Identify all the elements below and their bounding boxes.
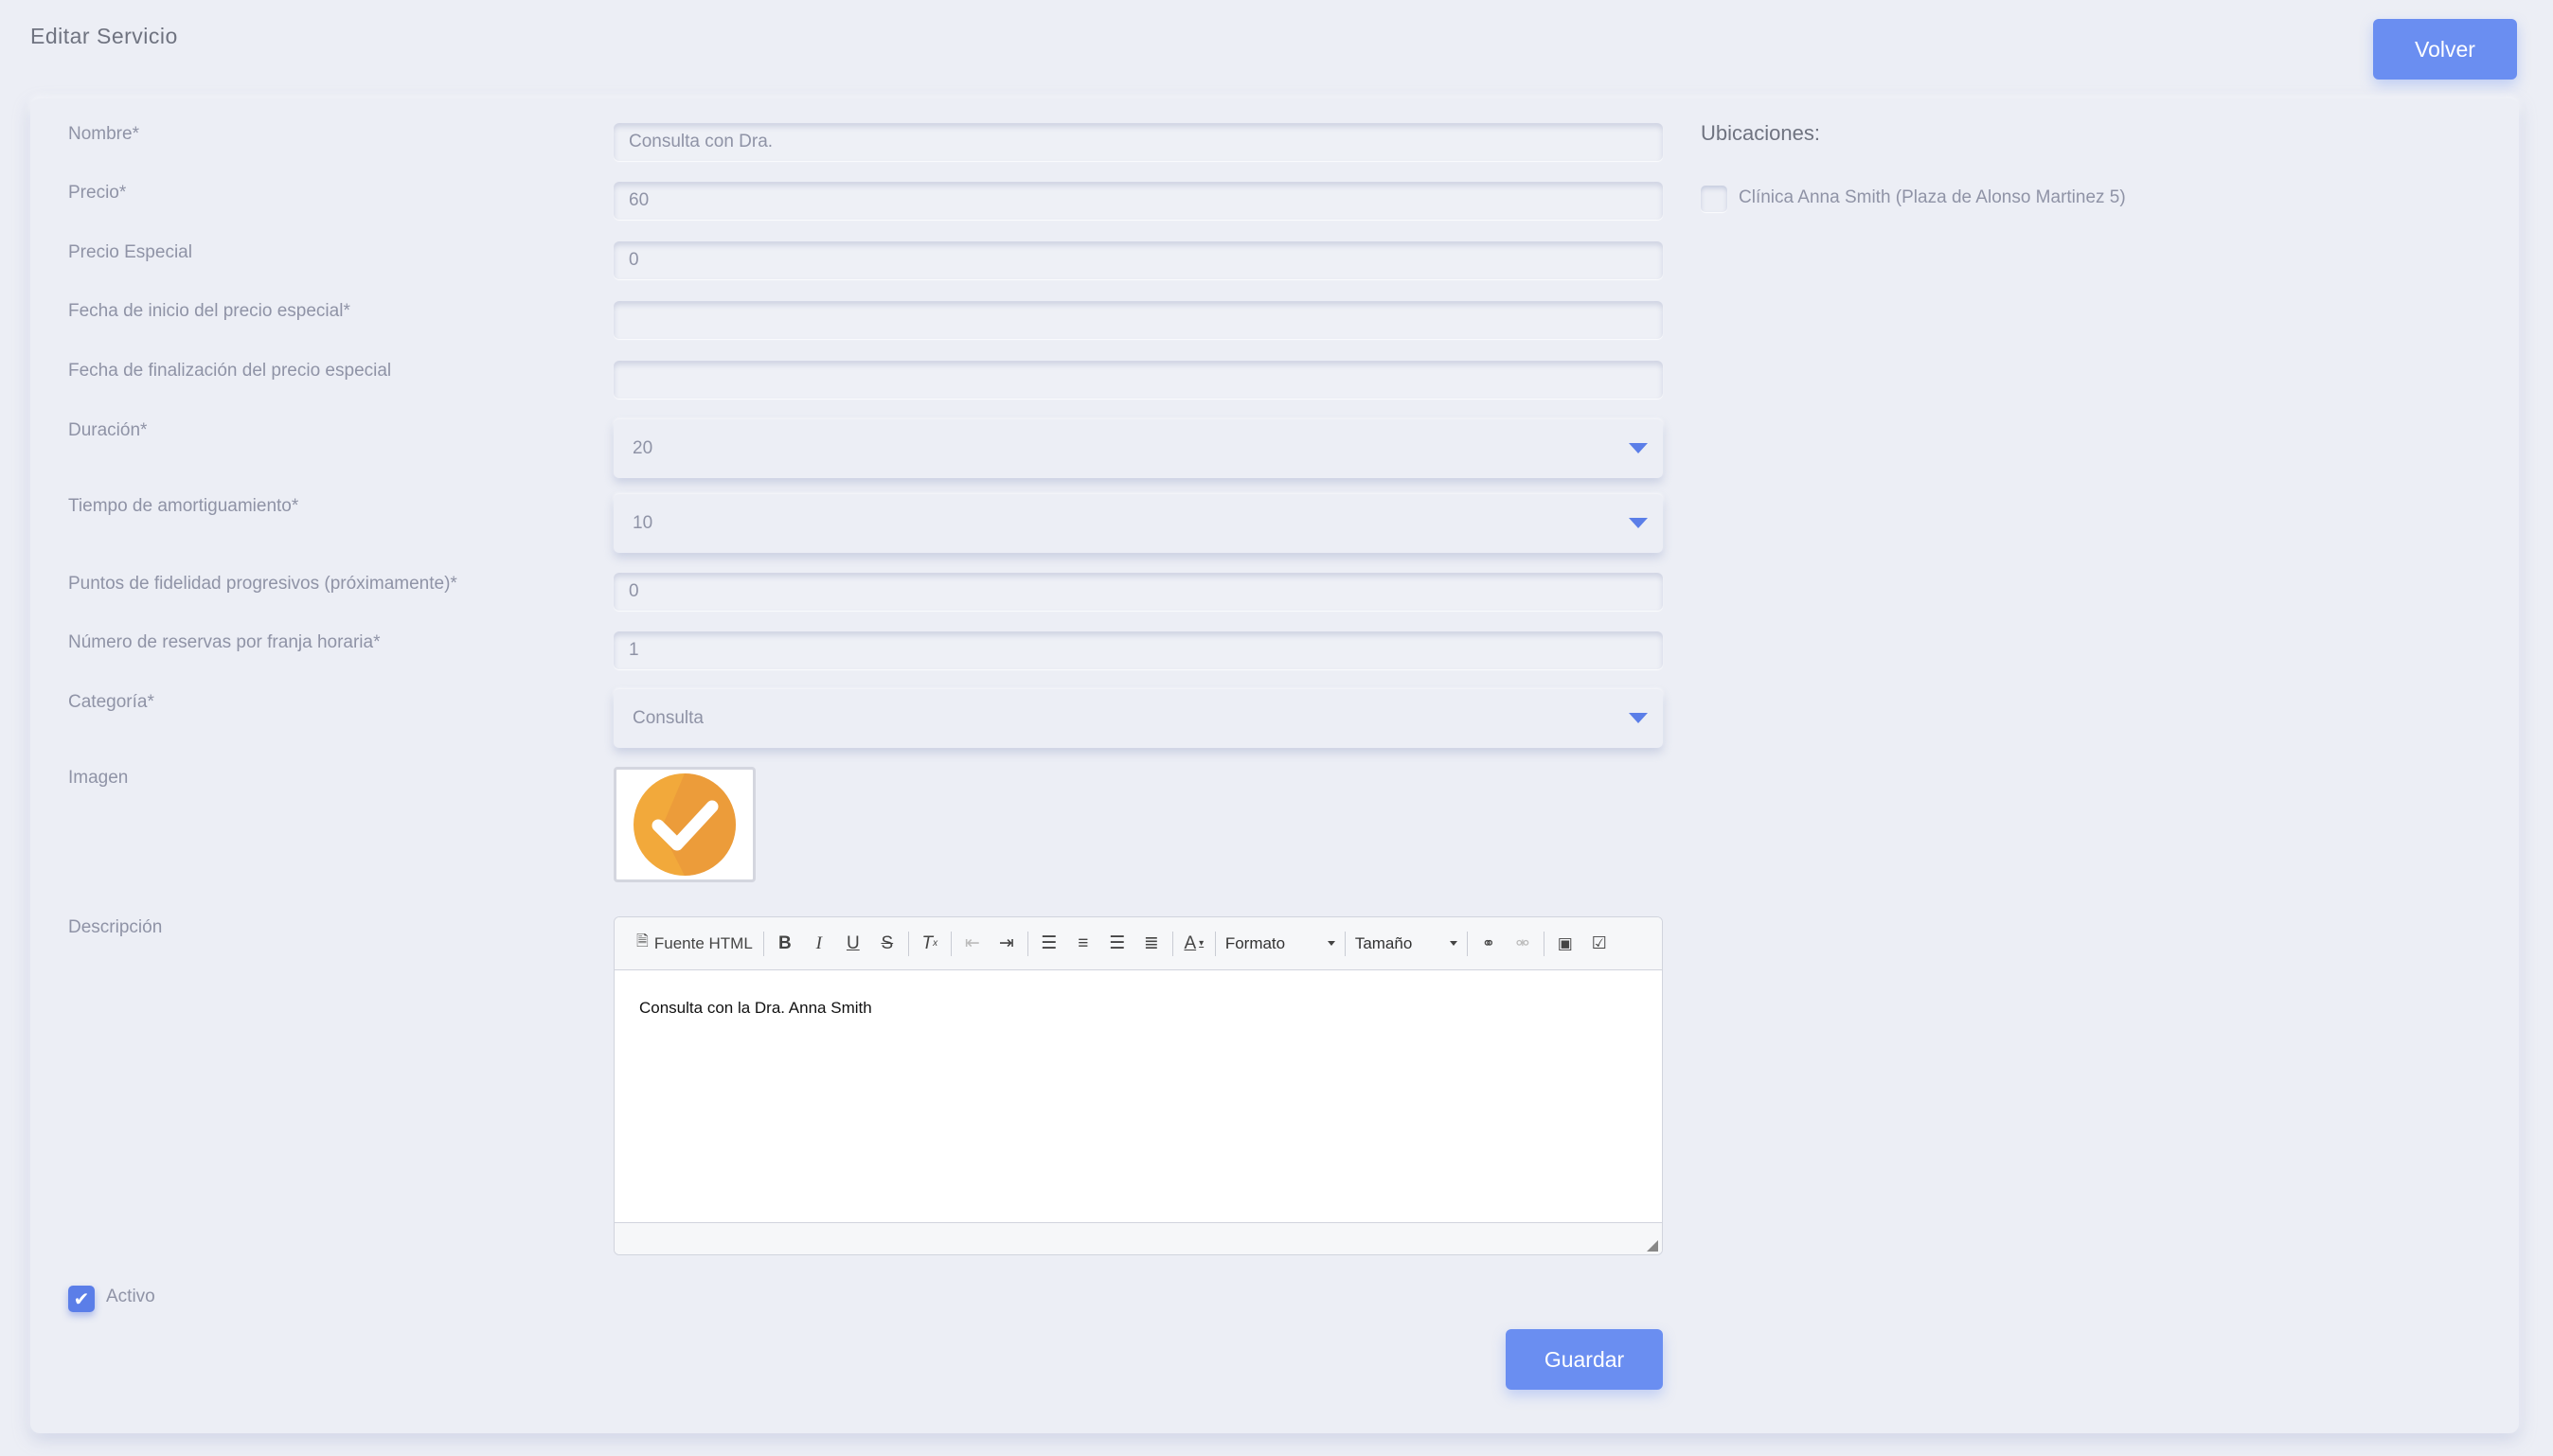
document-icon: 🗎 [636,933,649,950]
chevron-down-icon [1327,941,1335,946]
tiempo-amortiguamiento-label: Tiempo de amortiguamiento* [68,496,299,516]
nombre-label: Nombre* [68,124,139,144]
chevron-down-icon [1629,443,1648,453]
reservas-franja-label: Número de reservas por franja horaria* [68,632,381,652]
back-button[interactable]: Volver [2373,19,2517,80]
source-html-button[interactable]: 🗎 Fuente HTML [633,930,757,958]
align-right-icon[interactable]: ☰ [1103,930,1132,958]
align-justify-icon[interactable]: ≣ [1137,930,1166,958]
image-icon[interactable]: ▣ [1551,930,1580,958]
format-dropdown[interactable]: Formato [1220,930,1341,958]
chevron-down-icon [1629,713,1648,723]
activo-checkbox[interactable]: ✔ [68,1286,95,1312]
link-icon[interactable]: ⚭ [1474,930,1503,958]
orange-checkmark-icon [634,773,736,876]
checkmark-icon: ✔ [73,1288,90,1310]
fecha-fin-label: Fecha de finalización del precio especia… [68,361,392,381]
strikethrough-icon[interactable]: S [873,930,902,958]
toolbar-separator [1214,931,1216,956]
nombre-input[interactable]: Consulta con Dra. [614,123,1663,161]
precio-especial-label: Precio Especial [68,242,192,262]
imagen-preview[interactable] [614,767,756,882]
toolbar-separator [1466,931,1468,956]
activo-label: Activo [106,1287,155,1306]
duracion-label: Duración* [68,420,148,440]
format-label: Formato [1224,933,1286,952]
categoria-value: Consulta [633,708,704,728]
chevron-down-icon [1449,941,1457,946]
chevron-down-icon [1629,518,1648,528]
fecha-inicio-input[interactable] [614,301,1663,339]
imagen-label: Imagen [68,768,129,788]
editor-toolbar: 🗎 Fuente HTML B I U S Tx ⇤ ⇥ ☰ ≡ ☰ ≣ A ▾ … [615,917,1662,970]
indent-icon[interactable]: ⇥ [992,930,1021,958]
tiempo-amortiguamiento-select[interactable]: 10 [614,494,1663,553]
categoria-select[interactable]: Consulta [614,689,1663,748]
unlink-icon[interactable]: ⚮ [1509,930,1537,958]
tiempo-amortiguamiento-value: 10 [633,513,653,533]
toolbar-separator [762,931,764,956]
text-color-icon[interactable]: A ▾ [1180,930,1208,958]
italic-icon[interactable]: I [805,930,833,958]
align-left-icon[interactable]: ☰ [1035,930,1063,958]
toolbar-separator [907,931,909,956]
precio-especial-input[interactable]: 0 [614,241,1663,279]
outdent-icon[interactable]: ⇤ [958,930,987,958]
editor-footer [615,1222,1662,1254]
editor-content[interactable]: Consulta con la Dra. Anna Smith [615,970,1662,1222]
save-button[interactable]: Guardar [1506,1329,1663,1390]
toolbar-separator [1344,931,1346,956]
location-checkbox[interactable] [1701,186,1727,212]
toolbar-separator [1171,931,1173,956]
underline-icon[interactable]: U [839,930,867,958]
size-dropdown[interactable]: Tamaño [1349,930,1463,958]
locations-title: Ubicaciones: [1701,121,1820,145]
descripcion-editor: 🗎 Fuente HTML B I U S Tx ⇤ ⇥ ☰ ≡ ☰ ≣ A ▾ … [614,916,1663,1255]
precio-label: Precio* [68,183,127,203]
duracion-select[interactable]: 20 [614,419,1663,478]
duracion-value: 20 [633,438,653,458]
location-label: Clínica Anna Smith (Plaza de Alonso Mart… [1739,187,2126,207]
page-title: Editar Servicio [30,24,178,48]
remove-format-icon[interactable]: Tx [916,930,944,958]
checkbox-icon[interactable]: ☑ [1585,930,1614,958]
bold-icon[interactable]: B [771,930,799,958]
descripcion-label: Descripción [68,917,163,937]
precio-input[interactable]: 60 [614,182,1663,220]
resize-handle-icon[interactable] [1647,1240,1658,1252]
align-center-icon[interactable]: ≡ [1069,930,1098,958]
size-label: Tamaño [1354,933,1413,952]
puntos-fidelidad-label: Puntos de fidelidad progresivos (próxima… [68,574,457,594]
fecha-fin-input[interactable] [614,361,1663,399]
fecha-inicio-label: Fecha de inicio del precio especial* [68,301,350,321]
puntos-fidelidad-input[interactable]: 0 [614,573,1663,611]
reservas-franja-input[interactable]: 1 [614,631,1663,669]
source-html-label: Fuente HTML [653,933,753,952]
toolbar-separator [950,931,952,956]
categoria-label: Categoría* [68,692,154,712]
toolbar-separator [1027,931,1028,956]
